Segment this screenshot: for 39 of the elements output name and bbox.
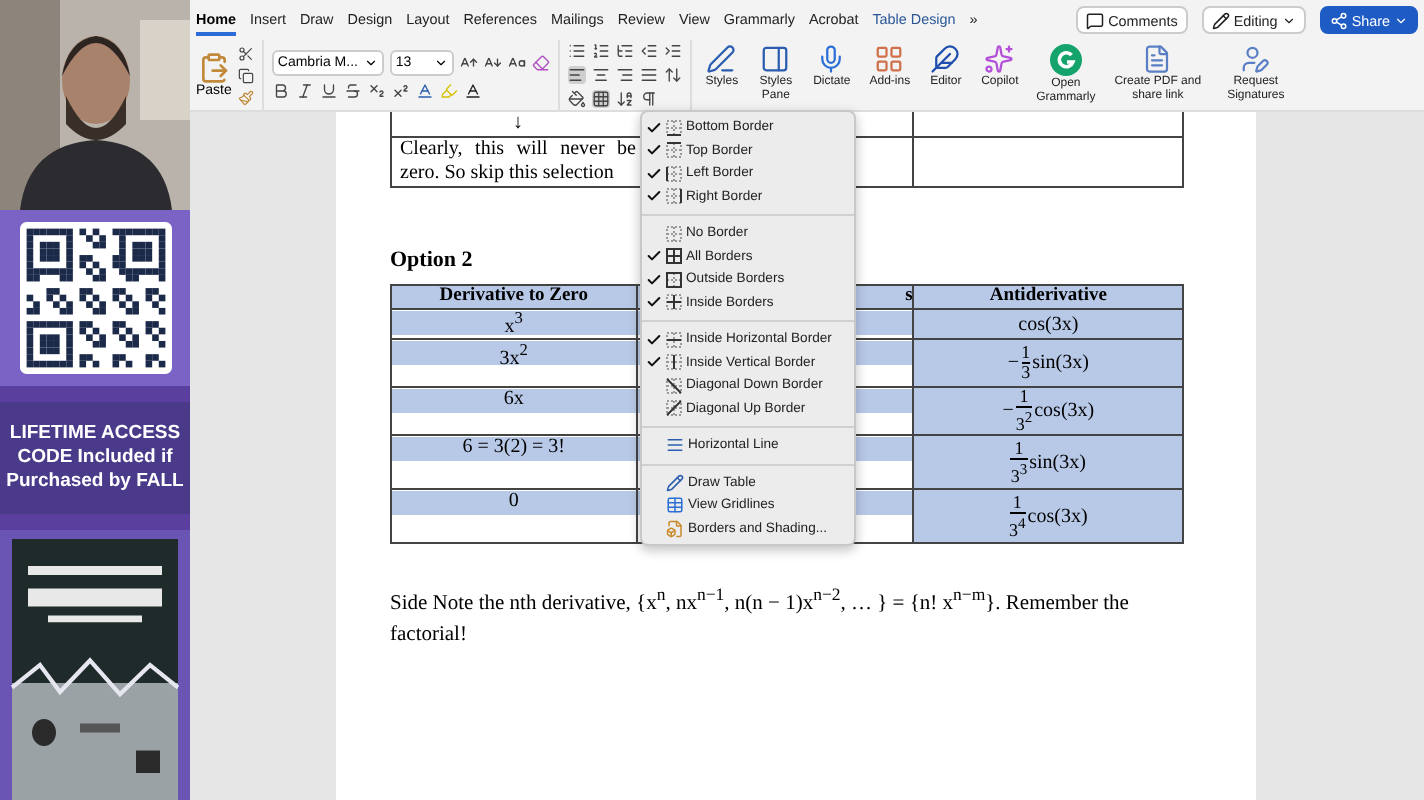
table-cell: 6x: [391, 387, 637, 436]
table-cell: 3x$^{2}$: [391, 339, 637, 388]
pencil-icon: [1211, 11, 1230, 29]
table-cell: 6 = 3(2) = 3!: [391, 435, 637, 490]
border-icon: [666, 271, 682, 288]
table-cell: x$^{3}$: [391, 309, 637, 340]
table-cell: 0: [391, 489, 637, 544]
document-icon: [666, 519, 684, 538]
caret-icon: [433, 56, 448, 70]
pencil-icon: [666, 473, 684, 492]
caret-icon: [363, 56, 378, 70]
section-heading: Option 2: [390, 248, 473, 272]
column-header: Derivative to Zero: [391, 285, 637, 309]
clipboard-icon: [197, 52, 230, 84]
table-cell: Clearly, this will never be zero. So skip this selection: [400, 138, 636, 186]
comment-icon: [1086, 11, 1105, 29]
border-icon: [666, 377, 682, 394]
qr-code-icon: [19, 222, 171, 374]
caret-icon: [1394, 13, 1408, 27]
border-icon: [666, 248, 682, 265]
math-text: cos(3x): [1018, 313, 1079, 336]
border-icon: [666, 294, 682, 311]
border-icon: [666, 225, 682, 242]
horizontal-line-icon: [666, 436, 684, 455]
caret-icon: [1281, 13, 1296, 27]
border-icon: [666, 142, 682, 159]
border-icon: [666, 331, 682, 348]
border-icon: [666, 354, 682, 371]
arrow-text: ↓: [511, 112, 525, 136]
border-icon: [666, 165, 682, 182]
side-note: Side Note the nth derivative, {x$^{n}$, nx$^{n−1}$, n(n − 1)x$^{n−2}$, … } = {n! x$^{n−m}$}. Remember the factorial!: [390, 582, 1131, 650]
border-icon: [666, 400, 682, 417]
border-icon: [666, 119, 682, 136]
grammarly-icon: [1049, 44, 1082, 76]
share-icon: [1329, 11, 1348, 29]
grid-icon: [666, 496, 684, 515]
promo-banner: LIFETIME ACCESS CODE Included if Purchased by FALL: [0, 402, 190, 514]
column-header: Antiderivative: [913, 285, 1183, 309]
border-icon: [666, 188, 682, 205]
